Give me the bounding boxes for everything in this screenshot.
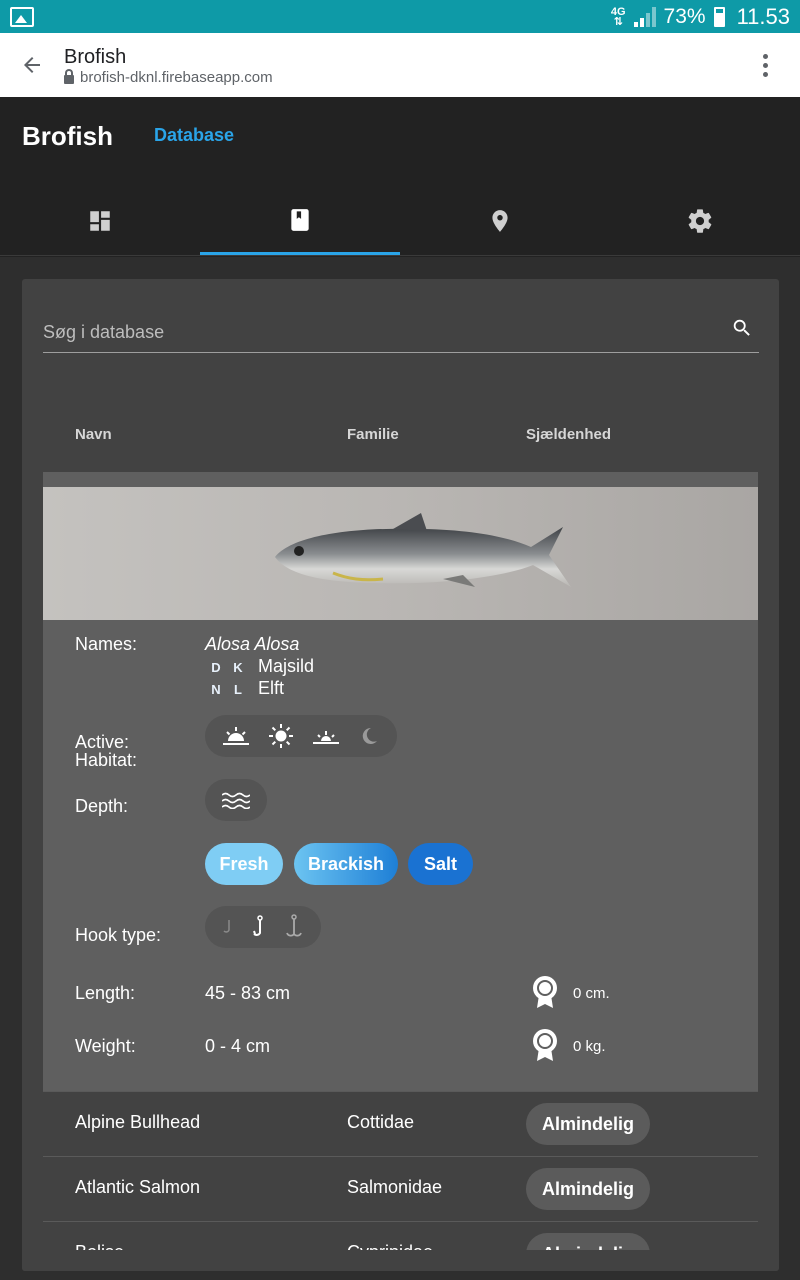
page-title: Brofish: [64, 45, 127, 68]
record-length: 0 cm.: [573, 985, 610, 1002]
back-arrow-icon[interactable]: [0, 33, 64, 97]
address-block[interactable]: Brofish brofish-dknl.firebaseapp.com: [64, 45, 730, 86]
lang-code: N: [211, 682, 221, 697]
lang-code: D: [211, 660, 221, 675]
lang-code: L: [234, 682, 242, 697]
small-hook-icon: [223, 920, 230, 933]
hook-types: [205, 906, 321, 948]
moon-icon: [362, 727, 377, 744]
signal-strength-icon: [633, 6, 656, 27]
names-label: Names:: [75, 634, 138, 654]
hook-type-label: Hook type:: [75, 925, 162, 945]
record-medal-icon: [533, 976, 557, 1008]
habitat-fresh-button[interactable]: Fresh: [205, 843, 283, 885]
fish-family: Salmonidae: [347, 1177, 443, 1197]
nav-link-database[interactable]: Database: [154, 125, 234, 146]
local-name-row: NL Elft: [205, 678, 284, 699]
sun-icon: [269, 724, 293, 748]
column-header-rarity[interactable]: Sjældenhed: [526, 426, 611, 443]
more-menu-icon[interactable]: [730, 53, 800, 77]
table-row[interactable]: Alpine Bullhead Cottidae Almindelig: [43, 1091, 758, 1156]
lock-icon: [64, 68, 74, 84]
image-notification-icon: [10, 6, 34, 27]
sunset-icon: [313, 731, 339, 744]
lang-code: K: [233, 660, 243, 675]
length-value: 45 - 83 cm: [205, 983, 291, 1003]
book-icon: [291, 208, 309, 231]
app-header: Brofish Database: [0, 97, 800, 257]
browser-toolbar: Brofish brofish-dknl.firebaseapp.com: [0, 33, 800, 97]
fish-family: Cottidae: [347, 1112, 415, 1132]
active-times: [205, 715, 397, 757]
depth-indicator: [205, 779, 267, 821]
app-brand[interactable]: Brofish: [22, 121, 113, 152]
weight-value: 0 - 4 cm: [205, 1036, 271, 1056]
rarity-badge: Almindelig: [526, 1168, 651, 1210]
network-type: 4G ⇅: [610, 5, 626, 28]
depth-label: Depth:: [75, 796, 129, 816]
tab-database[interactable]: [200, 187, 400, 255]
battery-percent: 73%: [663, 4, 706, 28]
habitat-brackish-button[interactable]: Brackish: [294, 843, 398, 885]
local-name: Majsild: [258, 656, 315, 676]
table-row[interactable]: Atlantic Salmon Salmonidae Almindelig: [43, 1156, 758, 1221]
local-name: Elft: [258, 678, 285, 698]
status-bar: 4G ⇅ 73% 11.53: [0, 0, 800, 33]
battery-icon: [713, 6, 725, 27]
tab-settings[interactable]: [600, 187, 800, 255]
treble-hook-icon: [286, 914, 302, 937]
sunrise-icon: [223, 727, 249, 745]
rarity-badge: Almindelig: [526, 1103, 651, 1145]
record-weight: 0 kg.: [573, 1038, 606, 1055]
weight-label: Weight:: [75, 1036, 136, 1056]
scroll-clip: [22, 1250, 779, 1271]
clock: 11.53: [736, 3, 790, 29]
database-card: Navn Familie Sjældenhed: [22, 279, 779, 1271]
expanded-fish-detail: Names: Alosa Alosa DK Majsild NL Elft Ac…: [43, 472, 758, 1091]
length-label: Length:: [75, 983, 136, 1003]
tab-bar: [0, 187, 800, 257]
latin-name: Alosa Alosa: [205, 634, 300, 654]
search-bar: [43, 309, 759, 353]
column-header-name[interactable]: Navn: [75, 426, 112, 443]
url-text: brofish-dknl.firebaseapp.com: [80, 68, 273, 86]
habitat-label: Habitat:: [75, 750, 138, 770]
fish-name: Atlantic Salmon: [75, 1177, 201, 1197]
gear-icon: [688, 209, 712, 233]
tab-map[interactable]: [400, 187, 600, 255]
search-input[interactable]: [43, 317, 713, 347]
record-medal-icon: [533, 1029, 557, 1061]
dashboard-icon: [90, 211, 110, 231]
location-pin-icon: [492, 210, 508, 232]
local-name-row: DK Majsild: [205, 656, 314, 677]
fish-name: Alpine Bullhead: [75, 1112, 201, 1132]
habitat-salt-button[interactable]: Salt: [408, 843, 473, 885]
search-icon[interactable]: [731, 317, 753, 339]
column-header-family[interactable]: Familie: [347, 426, 399, 443]
water-surface-icon: [222, 792, 250, 809]
single-hook-icon: [253, 915, 263, 936]
fish-photo: [43, 487, 758, 620]
tab-dashboard[interactable]: [0, 187, 200, 255]
